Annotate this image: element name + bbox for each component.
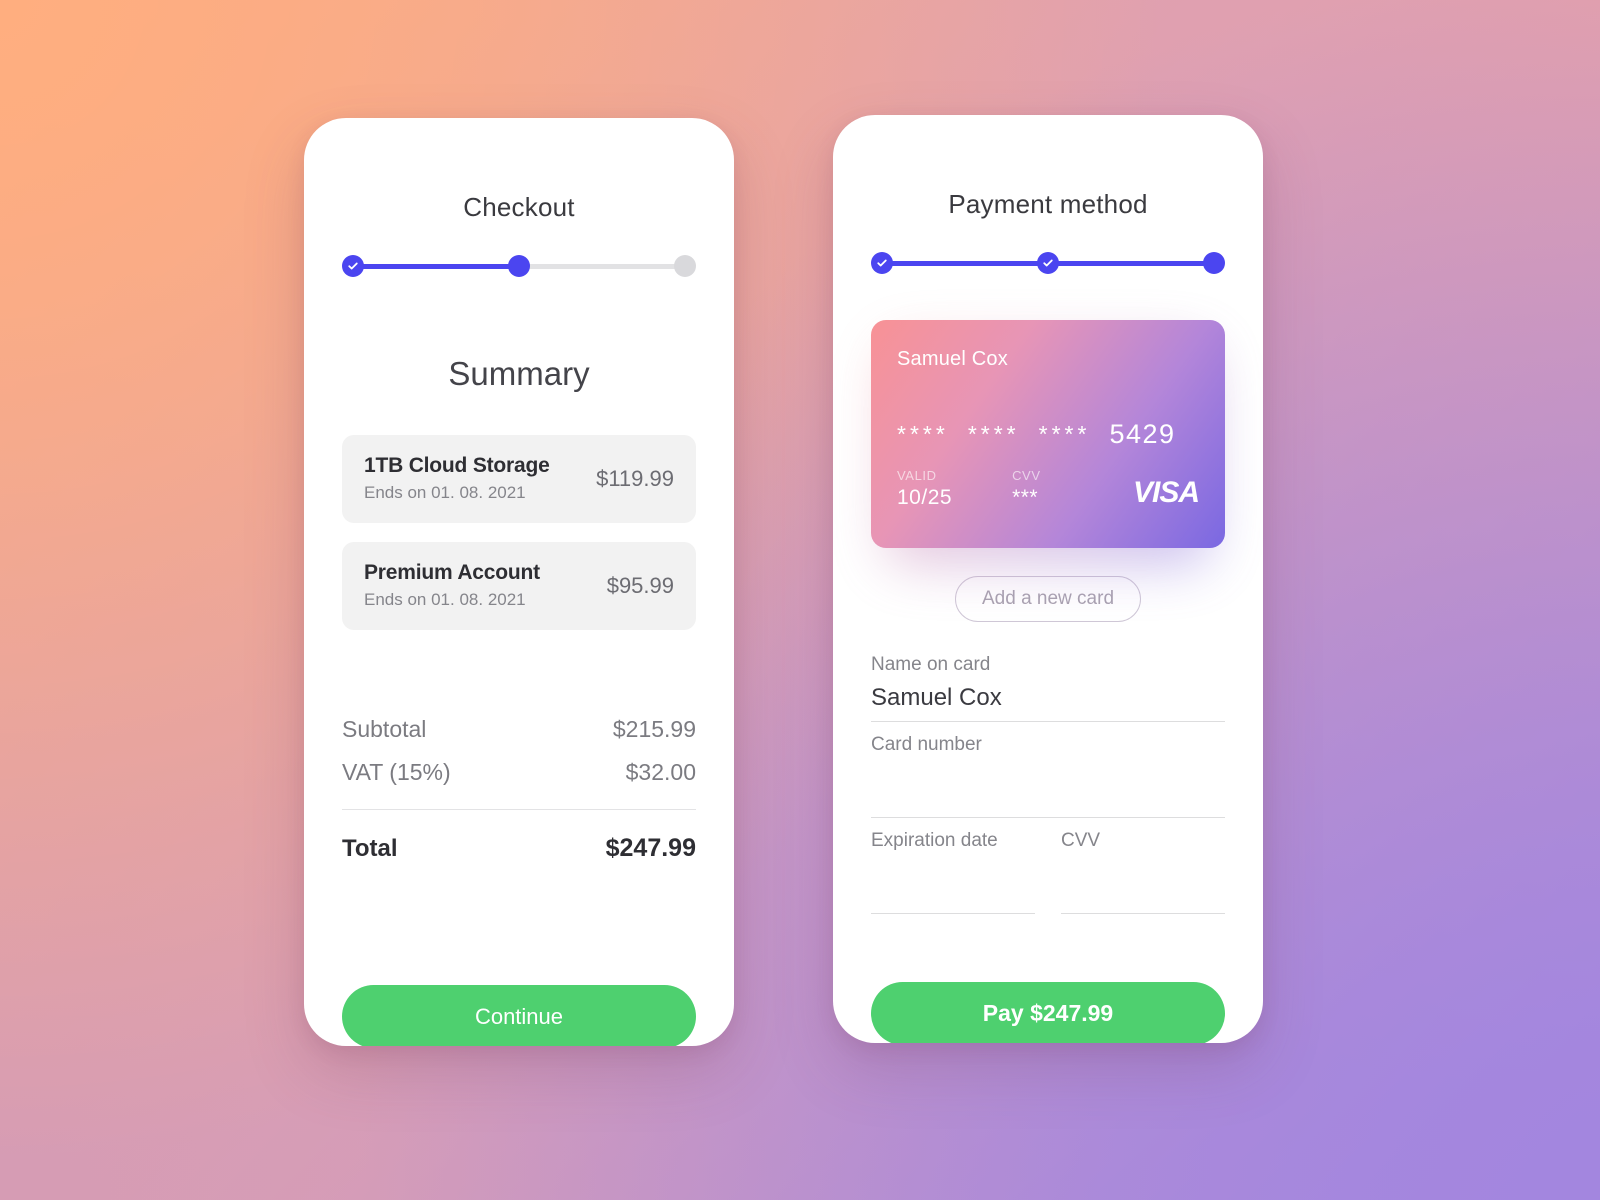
list-item[interactable]: Premium Account Ends on 01. 08. 2021 $95… — [342, 542, 696, 630]
card-number-input[interactable] — [871, 756, 1225, 818]
page-title-checkout: Checkout — [463, 192, 575, 222]
stepper-step-1[interactable] — [342, 255, 364, 277]
card-number-group-3: **** — [1038, 421, 1091, 447]
payment-form: Name on card Card number Expiration date… — [871, 654, 1225, 926]
total-value: $247.99 — [605, 834, 696, 862]
checkout-stepper — [342, 253, 696, 279]
item-name: Premium Account — [364, 561, 540, 584]
card-number-group-2: **** — [967, 421, 1020, 447]
stepper-step-2[interactable] — [508, 255, 530, 277]
card-number-field: Card number — [871, 734, 1225, 818]
summary-heading: Summary — [448, 355, 590, 392]
phone-payment: Payment method Samuel Cox **** **** ****… — [833, 115, 1263, 1043]
pay-button[interactable]: Pay $247.99 — [871, 982, 1225, 1043]
subtotal-row: Subtotal $215.99 — [342, 716, 696, 743]
credit-card[interactable]: Samuel Cox **** **** **** 5429 VALID 10/… — [871, 320, 1225, 548]
stepper-step-3[interactable] — [674, 255, 696, 277]
vat-row: VAT (15%) $32.00 — [342, 759, 696, 786]
check-icon — [1043, 259, 1053, 267]
vat-label: VAT (15%) — [342, 759, 451, 785]
cvv-label: CVV — [1061, 830, 1101, 851]
summary-items-list: 1TB Cloud Storage Ends on 01. 08. 2021 $… — [342, 435, 696, 630]
phone-checkout: Checkout Summary 1TB Cloud Storage Ends … — [304, 118, 734, 1046]
card-number: **** **** **** 5429 — [897, 419, 1199, 450]
item-text: Premium Account Ends on 01. 08. 2021 — [364, 561, 540, 610]
visa-logo-icon: VISA — [1132, 476, 1200, 509]
totals-section: Subtotal $215.99 VAT (15%) $32.00 Total … — [342, 716, 696, 863]
name-on-card-label: Name on card — [871, 654, 991, 675]
stepper-step-2[interactable] — [1037, 252, 1059, 274]
stepper-step-3[interactable] — [1203, 252, 1225, 274]
cvv-field: CVV — [1061, 830, 1225, 914]
expiration-date-label: Expiration date — [871, 830, 998, 851]
expiry-cvv-row: Expiration date CVV — [871, 830, 1225, 926]
continue-button[interactable]: Continue — [342, 985, 696, 1046]
name-on-card-field: Name on card — [871, 654, 1225, 722]
add-new-card-button[interactable]: Add a new card — [954, 576, 1142, 622]
total-row: Total $247.99 — [342, 834, 696, 863]
item-price: $95.99 — [606, 572, 674, 598]
list-item[interactable]: 1TB Cloud Storage Ends on 01. 08. 2021 $… — [342, 435, 696, 523]
card-valid-label: VALID — [897, 468, 937, 483]
card-meta-row: VALID 10/25 CVV *** VISA — [897, 468, 1200, 510]
card-number-last4: 5429 — [1109, 419, 1176, 449]
screens-stage: Checkout Summary 1TB Cloud Storage Ends … — [0, 0, 1600, 1200]
item-text: 1TB Cloud Storage Ends on 01. 08. 2021 — [364, 454, 550, 503]
expiration-date-input[interactable] — [871, 852, 1035, 914]
add-card-row: Add a new card — [871, 576, 1225, 622]
page-title-payment: Payment method — [948, 189, 1148, 219]
item-subtitle: Ends on 01. 08. 2021 — [364, 590, 526, 609]
card-cvv-field: CVV *** — [1012, 468, 1041, 510]
vat-value: $32.00 — [625, 759, 696, 785]
card-number-group-1: **** — [897, 421, 949, 447]
total-label: Total — [342, 835, 398, 862]
expiration-date-field: Expiration date — [871, 830, 1035, 914]
check-icon — [348, 262, 358, 270]
subtotal-label: Subtotal — [342, 716, 427, 742]
cvv-input[interactable] — [1061, 852, 1225, 914]
card-cvv-value: *** — [1012, 486, 1039, 509]
totals-divider — [342, 809, 696, 810]
check-icon — [877, 259, 887, 267]
card-valid-field: VALID 10/25 — [897, 468, 952, 510]
credit-card-container: Samuel Cox **** **** **** 5429 VALID 10/… — [871, 320, 1225, 566]
name-on-card-input[interactable] — [871, 676, 1225, 722]
payment-stepper — [871, 250, 1225, 276]
item-subtitle: Ends on 01. 08. 2021 — [364, 483, 526, 502]
payment-screen: Payment method Samuel Cox **** **** ****… — [833, 189, 1263, 1043]
item-price: $119.99 — [596, 465, 674, 491]
card-cvv-label: CVV — [1012, 468, 1041, 483]
card-holder-name: Samuel Cox — [897, 348, 1008, 370]
checkout-screen: Checkout Summary 1TB Cloud Storage Ends … — [304, 192, 734, 1046]
stepper-step-1[interactable] — [871, 252, 893, 274]
card-number-label: Card number — [871, 734, 982, 755]
card-valid-value: 10/25 — [897, 486, 953, 509]
item-name: 1TB Cloud Storage — [364, 454, 550, 477]
subtotal-value: $215.99 — [612, 716, 696, 742]
